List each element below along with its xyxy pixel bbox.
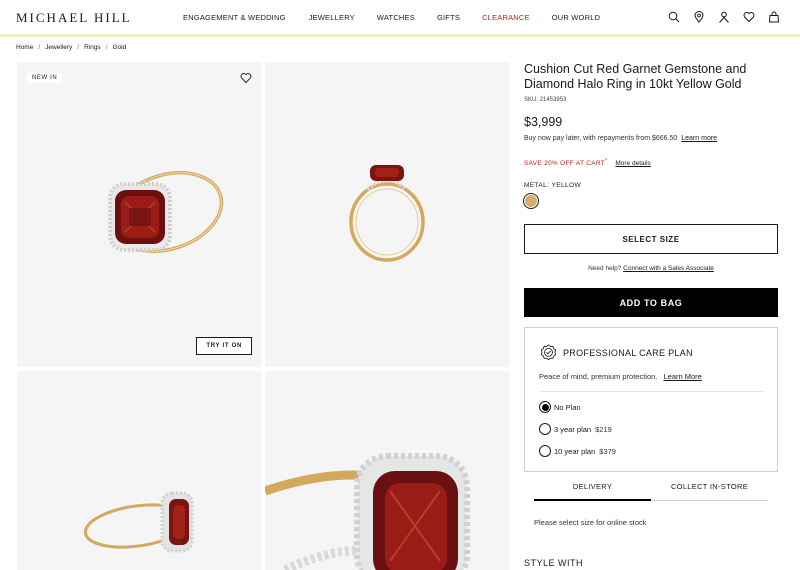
promo-more-details-link[interactable]: More details [615, 160, 650, 167]
care-plan-badge-icon [540, 344, 557, 361]
metal-swatch-yellow[interactable] [523, 193, 539, 209]
pay-later-text: Buy now pay later, with repayments from … [524, 135, 678, 142]
tab-delivery[interactable]: DELIVERY [534, 478, 651, 501]
promo-text: SAVE 20% OFF AT CART [524, 160, 606, 168]
nav-engagement-wedding[interactable]: ENGAGEMENT & WEDDING [183, 13, 286, 22]
account-icon[interactable] [718, 11, 730, 23]
promo-banner: SAVE 20% OFF AT CART* More details [524, 158, 651, 167]
style-with-heading: STYLE WITH [524, 558, 584, 568]
main-nav: ENGAGEMENT & WEDDING JEWELLERY WATCHES G… [183, 13, 600, 22]
need-help-label: Need help? [588, 265, 622, 272]
care-plan-option-none[interactable]: No Plan [539, 401, 581, 413]
ring-side-view-image [349, 165, 425, 262]
plan-label: 10 year plan [554, 446, 596, 456]
radio-unselected[interactable] [539, 423, 551, 435]
search-icon[interactable] [668, 11, 680, 23]
pay-later-info: Buy now pay later, with repayments from … [524, 135, 717, 142]
nav-our-world[interactable]: OUR WORLD [552, 13, 600, 22]
breadcrumb-jewellery[interactable]: Jewellery [45, 44, 72, 51]
product-image-angle[interactable] [17, 371, 262, 570]
shopping-bag-icon[interactable] [768, 11, 780, 23]
care-plan-box: PROFESSIONAL CARE PLAN Peace of mind, pr… [524, 327, 778, 472]
pay-later-learn-more-link[interactable]: Learn more [681, 135, 717, 142]
product-sku: SKU: 21453953 [524, 97, 567, 103]
nav-watches[interactable]: WATCHES [377, 13, 415, 22]
breadcrumb-separator: / [105, 44, 108, 51]
care-plan-description-text: Peace of mind, premium protection. [539, 372, 658, 381]
plan-label: 3 year plan [554, 424, 592, 434]
site-header: MICHAEL HILL ENGAGEMENT & WEDDING JEWELL… [0, 0, 800, 37]
nav-jewellery[interactable]: JEWELLERY [309, 13, 355, 22]
breadcrumb-gold[interactable]: Gold [113, 44, 127, 51]
breadcrumb-separator: / [38, 44, 41, 51]
try-it-on-button[interactable]: TRY IT ON [196, 337, 252, 355]
product-image-front[interactable]: NEW IN TRY IT ON [17, 62, 262, 367]
ring-angle-view-image [83, 491, 194, 553]
need-help: Need help? Connect with a Sales Associat… [524, 265, 778, 272]
breadcrumb-home[interactable]: Home [16, 44, 33, 51]
ring-closeup-image [265, 453, 470, 570]
care-plan-description: Peace of mind, premium protection. Learn… [539, 372, 702, 381]
fulfilment-tabs: DELIVERY COLLECT IN-STORE [534, 478, 768, 501]
breadcrumb: Home / Jewellery / Rings / Gold [16, 44, 126, 51]
plan-label: No Plan [554, 402, 581, 412]
brand-logo[interactable]: MICHAEL HILL [16, 10, 132, 26]
header-accent-stripe [0, 34, 800, 37]
divider [539, 391, 765, 392]
stock-message: Please select size for online stock [534, 518, 647, 527]
care-plan-option-10-year[interactable]: 10 year plan $379 [539, 445, 616, 457]
nav-clearance[interactable]: CLEARANCE [482, 13, 530, 22]
product-price: $3,999 [524, 115, 563, 129]
breadcrumb-separator: / [77, 44, 80, 51]
wishlist-heart-icon[interactable] [743, 11, 755, 23]
header-actions [668, 11, 780, 23]
radio-unselected[interactable] [539, 445, 551, 457]
promo-asterisk: * [605, 158, 608, 164]
breadcrumb-rings[interactable]: Rings [84, 44, 101, 51]
care-plan-learn-more-link[interactable]: Learn More [663, 372, 701, 381]
product-title: Cushion Cut Red Garnet Gemstone and Diam… [524, 62, 747, 91]
location-pin-icon[interactable] [693, 11, 705, 23]
swatch-color [525, 195, 537, 207]
care-plan-title: PROFESSIONAL CARE PLAN [563, 348, 693, 358]
ring-front-view-image [108, 171, 224, 253]
tab-collect-in-store[interactable]: COLLECT IN-STORE [651, 478, 768, 501]
product-image-closeup[interactable] [265, 371, 510, 570]
plan-price: $379 [599, 446, 616, 456]
radio-selected[interactable] [539, 401, 551, 413]
care-plan-option-3-year[interactable]: 3 year plan $219 [539, 423, 612, 435]
select-size-button[interactable]: SELECT SIZE [524, 224, 778, 254]
plan-price: $219 [595, 424, 612, 434]
product-image-side[interactable] [265, 62, 510, 367]
nav-gifts[interactable]: GIFTS [437, 13, 460, 22]
connect-sales-associate-link[interactable]: Connect with a Sales Associate [623, 265, 714, 272]
add-to-bag-button[interactable]: ADD TO BAG [524, 288, 778, 317]
metal-label: METAL: YELLOW [524, 182, 581, 189]
